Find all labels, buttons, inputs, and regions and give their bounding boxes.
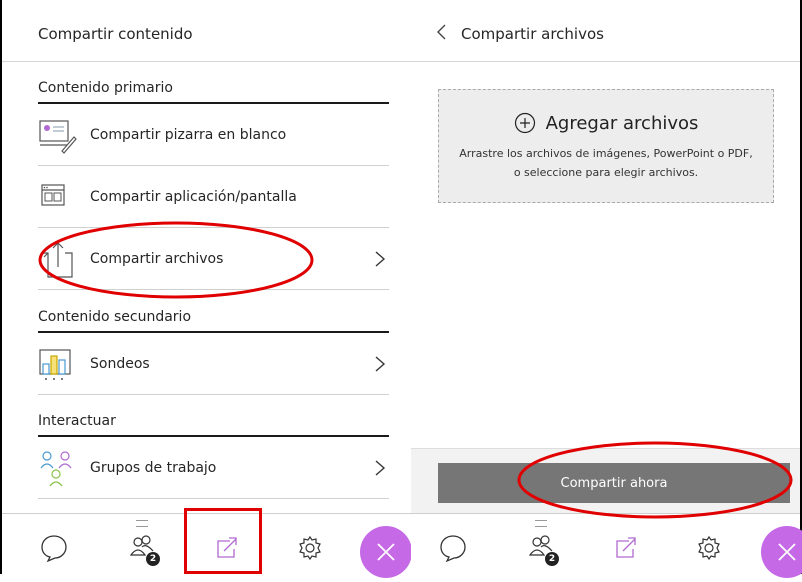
drop-zone-description: Arrastre los archivos de imágenes, Power… xyxy=(459,147,753,179)
back-button[interactable] xyxy=(435,23,447,44)
bottom-toolbar: 2 xyxy=(411,513,802,578)
item-label: Sondeos xyxy=(90,355,150,372)
close-panel-button[interactable] xyxy=(360,526,412,578)
whiteboard-icon xyxy=(39,119,77,154)
chevron-right-icon xyxy=(375,459,386,476)
panel-title: Compartir contenido xyxy=(38,24,193,43)
panel-header: Compartir archivos xyxy=(411,6,800,62)
share-content-panel: Compartir contenido Contenido primario C… xyxy=(0,0,412,578)
panel-title: Compartir archivos xyxy=(461,24,604,43)
file-upload-icon xyxy=(41,241,73,278)
share-app-screen-item[interactable]: Compartir aplicación/pantalla xyxy=(38,166,389,228)
app-window-icon xyxy=(41,183,65,206)
close-icon xyxy=(377,543,395,561)
chat-button[interactable] xyxy=(32,526,76,570)
share-icon xyxy=(616,537,636,558)
annotation-box-share-button xyxy=(184,508,262,574)
settings-button[interactable] xyxy=(288,526,332,570)
settings-button[interactable] xyxy=(687,526,731,570)
panel-footer: Compartir ahora xyxy=(411,448,800,515)
chat-button[interactable] xyxy=(431,526,475,570)
add-files-button[interactable]: Agregar archivos xyxy=(439,112,773,134)
chevron-right-icon xyxy=(375,250,386,267)
participants-button[interactable]: 2 xyxy=(519,526,563,570)
breakout-groups-item[interactable]: Grupos de trabajo xyxy=(38,437,389,499)
panel-header: Compartir contenido xyxy=(2,6,411,62)
poll-chart-icon xyxy=(39,348,71,380)
section-interact-heading: Interactuar xyxy=(38,413,389,437)
chevron-right-icon xyxy=(375,355,386,372)
participants-count-badge: 2 xyxy=(146,552,160,566)
share-whiteboard-item[interactable]: Compartir pizarra en blanco xyxy=(38,104,389,166)
add-files-label: Agregar archivos xyxy=(545,112,699,134)
section-primary-heading: Contenido primario xyxy=(38,80,389,104)
gear-icon xyxy=(698,535,720,561)
close-icon xyxy=(778,543,796,561)
participants-button[interactable]: 2 xyxy=(120,526,164,570)
share-files-item[interactable]: Compartir archivos xyxy=(38,228,389,290)
item-label: Compartir aplicación/pantalla xyxy=(90,188,297,205)
item-label: Compartir pizarra en blanco xyxy=(90,126,287,143)
section-secondary-heading: Contenido secundario xyxy=(38,309,389,333)
chat-bubble-icon xyxy=(440,535,466,563)
polls-item[interactable]: Sondeos xyxy=(38,333,389,395)
groups-icon xyxy=(40,450,72,486)
share-files-panel: Compartir archivos Agregar archivos Arra… xyxy=(411,0,802,578)
close-panel-button[interactable] xyxy=(761,526,802,578)
chat-bubble-icon xyxy=(41,535,67,563)
plus-circle-icon xyxy=(514,112,535,134)
share-content-button[interactable] xyxy=(602,526,646,570)
chevron-left-icon xyxy=(437,24,446,40)
gear-icon xyxy=(299,535,321,561)
share-now-button[interactable]: Compartir ahora xyxy=(438,463,790,503)
file-drop-zone[interactable]: Agregar archivos Arrastre los archivos d… xyxy=(438,89,774,203)
participants-count-badge: 2 xyxy=(545,552,559,566)
item-label: Grupos de trabajo xyxy=(90,459,217,476)
item-label: Compartir archivos xyxy=(90,250,224,267)
